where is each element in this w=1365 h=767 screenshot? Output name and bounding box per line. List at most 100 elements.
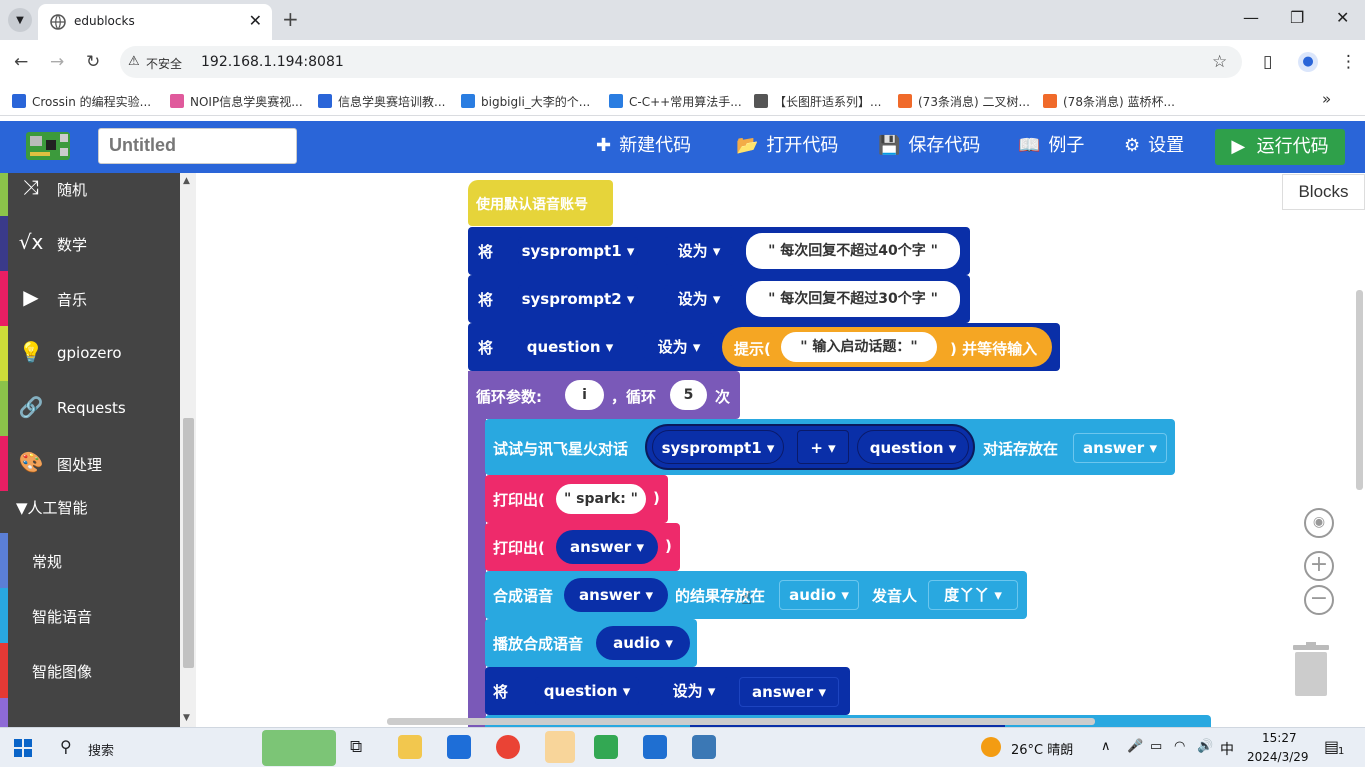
task-view-icon[interactable]: ⧉ xyxy=(350,737,362,757)
security-label[interactable]: 不安全 xyxy=(146,55,182,72)
sidebar-scroll-thumb[interactable] xyxy=(183,418,194,668)
settings-button[interactable]: ⚙ 设置 xyxy=(1124,133,1184,159)
variable-dropdown[interactable]: question ▾ xyxy=(518,333,622,361)
value-dropdown[interactable]: answer ▾ xyxy=(739,677,839,707)
restore-button[interactable]: ❐ xyxy=(1290,8,1304,28)
loop-block-arm[interactable] xyxy=(468,371,486,727)
url-text[interactable]: 192.168.1.194:8081 xyxy=(201,54,344,70)
minimize-button[interactable]: — xyxy=(1243,8,1259,28)
chrome-icon[interactable] xyxy=(496,735,520,759)
print-value-pill[interactable]: " spark: " xyxy=(556,484,646,514)
category-smart-voice[interactable]: 智能语音 xyxy=(0,588,180,643)
open-code-button[interactable]: 📂 打开代码 xyxy=(736,133,838,159)
bookmark-item[interactable]: NOIP信息学奥赛视... xyxy=(170,93,303,110)
weather-text[interactable]: 26°C 晴朗 xyxy=(1011,739,1073,758)
wechat-icon[interactable] xyxy=(545,731,575,763)
result-var-dropdown[interactable]: answer ▾ xyxy=(1073,433,1167,463)
loop-count-pill[interactable]: 5 xyxy=(670,380,707,410)
set-dropdown[interactable]: 设为 ▾ xyxy=(664,285,734,313)
voice-dropdown[interactable]: 度丫丫 ▾ xyxy=(928,580,1018,610)
category-math[interactable]: √x 数学 xyxy=(0,216,180,271)
profile-avatar-icon[interactable]: ● xyxy=(1298,52,1318,72)
arg2-dropdown[interactable]: question ▾ xyxy=(857,430,969,464)
file-explorer-icon[interactable] xyxy=(398,735,422,759)
bookmarks-overflow-button[interactable]: » xyxy=(1322,90,1331,108)
vscode-icon[interactable] xyxy=(643,735,667,759)
play-var-dropdown[interactable]: audio ▾ xyxy=(596,626,690,660)
tab-search-button[interactable]: ▼ xyxy=(8,8,32,32)
loop-var-pill[interactable]: i xyxy=(565,380,604,410)
warning-icon[interactable]: ⚠ xyxy=(128,53,140,71)
examples-button[interactable]: 📖 例子 xyxy=(1018,133,1084,159)
bookmark-item[interactable]: (78条消息) 蓝桥杯... xyxy=(1043,93,1175,110)
scroll-up-icon[interactable]: ▲ xyxy=(183,176,190,186)
bookmark-item[interactable]: 【长图肝适系列】... xyxy=(754,93,881,110)
close-window-button[interactable]: ✕ xyxy=(1336,8,1349,28)
side-panel-icon[interactable]: ▯ xyxy=(1263,52,1272,72)
weather-sun-icon[interactable] xyxy=(981,737,1001,757)
python-icon[interactable] xyxy=(692,735,716,759)
bookmark-item[interactable]: Crossin 的编程实验... xyxy=(12,93,151,110)
kebab-menu-icon[interactable]: ⋮ xyxy=(1340,52,1357,72)
project-name-input[interactable]: Untitled xyxy=(98,128,297,164)
category-music[interactable]: ▶ 音乐 xyxy=(0,271,180,326)
category-group-ai[interactable]: ▼人工智能 xyxy=(0,491,180,531)
category-image-processing[interactable]: 🎨 图处理 xyxy=(0,436,180,491)
category-gpiozero[interactable]: 💡 gpiozero xyxy=(0,326,180,381)
back-arrow-icon[interactable]: ← xyxy=(14,52,28,72)
prompt-text-pill[interactable]: " 输入启动话题：" xyxy=(781,332,937,362)
set-dropdown[interactable]: 设为 ▾ xyxy=(659,677,729,705)
category-requests[interactable]: 🔗 Requests xyxy=(0,381,180,436)
recenter-icon[interactable]: ◉ xyxy=(1304,508,1334,538)
zoom-out-icon[interactable]: − xyxy=(1304,585,1334,615)
print-var-dropdown[interactable]: answer ▾ xyxy=(556,530,658,564)
notification-icon[interactable]: ▤ xyxy=(1324,737,1339,756)
tab-close-icon[interactable]: ✕ xyxy=(249,12,262,30)
clock-time[interactable]: 15:27 xyxy=(1262,731,1297,745)
search-highlight-image[interactable] xyxy=(262,730,336,766)
ime-indicator[interactable]: 中 xyxy=(1220,739,1234,759)
scroll-down-icon[interactable]: ▼ xyxy=(183,713,190,723)
reload-icon[interactable]: ↻ xyxy=(86,52,100,72)
save-code-button[interactable]: 💾 保存代码 xyxy=(878,133,980,159)
taskbar-search-label[interactable]: 搜索 xyxy=(88,740,114,759)
wifi-icon[interactable]: ◠ xyxy=(1174,739,1185,754)
trash-icon[interactable] xyxy=(1291,642,1331,697)
use-default-voice-account-block[interactable]: 使用默认语音账号 xyxy=(468,180,613,226)
bookmark-item[interactable]: 信息学奥赛培训教... xyxy=(318,93,445,110)
bookmark-item[interactable]: (73条消息) 二叉树... xyxy=(898,93,1030,110)
blocks-flyout-tab[interactable]: Blocks xyxy=(1282,174,1365,210)
variable-dropdown[interactable]: sysprompt2 ▾ xyxy=(518,285,638,313)
operator-dropdown[interactable]: + ▾ xyxy=(797,430,849,464)
variable-dropdown[interactable]: sysprompt1 ▾ xyxy=(518,237,638,265)
workspace-horizontal-scrollbar[interactable] xyxy=(387,718,1095,725)
audio-var-dropdown[interactable]: audio ▾ xyxy=(779,580,859,610)
variable-dropdown[interactable]: question ▾ xyxy=(535,677,639,705)
microphone-icon[interactable]: 🎤 xyxy=(1127,739,1143,754)
new-code-button[interactable]: ✚ 新建代码 xyxy=(596,133,691,159)
clock-date[interactable]: 2024/3/29 xyxy=(1247,750,1309,764)
run-code-button[interactable]: ▶ 运行代码 xyxy=(1215,129,1345,165)
forward-arrow-icon[interactable]: → xyxy=(50,52,64,72)
store-icon[interactable] xyxy=(447,735,471,759)
new-tab-button[interactable]: + xyxy=(282,8,299,30)
bookmark-item[interactable]: C-C++常用算法手... xyxy=(609,93,742,110)
tts-text-dropdown[interactable]: answer ▾ xyxy=(564,578,668,612)
bookmark-star-icon[interactable]: ☆ xyxy=(1212,52,1227,72)
bookmark-item[interactable]: bigbigli_大李的个... xyxy=(461,93,590,110)
set-question-answer-block[interactable]: 将 question ▾ 设为 ▾ answer ▾ xyxy=(485,667,850,715)
zoom-in-icon[interactable]: + xyxy=(1304,551,1334,581)
windows-start-icon[interactable] xyxy=(14,739,32,757)
category-general[interactable]: 常规 xyxy=(0,533,180,588)
search-icon[interactable]: ⚲ xyxy=(60,737,72,756)
remote-desktop-icon[interactable] xyxy=(594,735,618,759)
set-dropdown[interactable]: 设为 ▾ xyxy=(664,237,734,265)
string-value-pill[interactable]: " 每次回复不超过30个字 " xyxy=(746,281,960,317)
set-dropdown[interactable]: 设为 ▾ xyxy=(644,333,714,361)
category-smart-image[interactable]: 智能图像 xyxy=(0,643,180,698)
browser-tab[interactable]: edublocks ✕ xyxy=(38,4,272,40)
workspace-vertical-scrollbar[interactable] xyxy=(1356,290,1363,490)
battery-icon[interactable]: ▭ xyxy=(1150,739,1162,754)
tray-overflow-icon[interactable]: ∧ xyxy=(1101,739,1111,754)
string-value-pill[interactable]: " 每次回复不超过40个字 " xyxy=(746,233,960,269)
